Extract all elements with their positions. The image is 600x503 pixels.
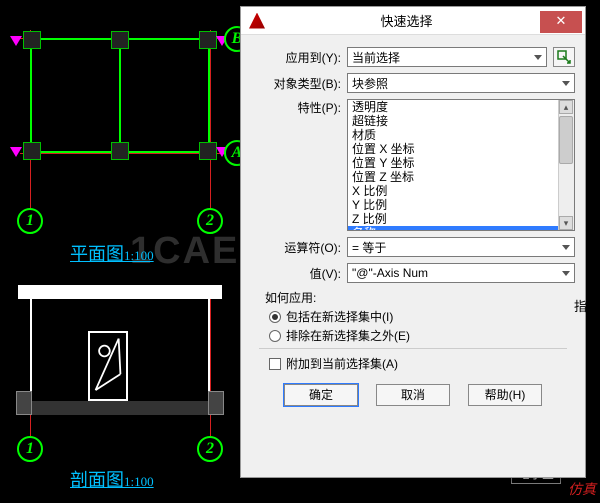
axis-line-2s (210, 290, 211, 444)
plan-view (30, 38, 210, 153)
value-value: "@"-Axis Num (352, 266, 428, 280)
axis-bubble-2: 2 (197, 208, 223, 234)
exclude-radio-row[interactable]: 排除在新选择集之外(E) (269, 327, 575, 344)
side-annotation: 指正 (574, 296, 600, 315)
plan-scale: 1:100 (124, 248, 154, 263)
append-check[interactable] (269, 358, 281, 370)
operator-label: 运算符(O): (251, 239, 347, 256)
operator-combo[interactable]: = 等于 (347, 237, 575, 257)
pick-objects-button[interactable] (553, 47, 575, 67)
property-item[interactable]: 材质 (348, 128, 574, 142)
help-button[interactable]: 帮助(H) (468, 384, 542, 406)
property-item[interactable]: 位置 Z 坐标 (348, 170, 574, 184)
object-type-label: 对象类型(B): (251, 75, 347, 92)
property-item[interactable]: Y 比例 (348, 198, 574, 212)
axis-bubble-1: 1 (17, 208, 43, 234)
section-title-text: 剖面图 (70, 470, 124, 490)
exclude-radio-label: 排除在新选择集之外(E) (286, 327, 410, 344)
how-apply-label: 如何应用: (265, 289, 575, 306)
properties-listbox[interactable]: 透明度超链接材质位置 X 坐标位置 Y 坐标位置 Z 坐标X 比例Y 比例Z 比… (347, 99, 575, 231)
plan-title-text: 平面图 (70, 244, 124, 264)
ok-button[interactable]: 确定 (284, 384, 358, 406)
plan-title: 平面图1:100 (70, 240, 154, 266)
apply-to-label: 应用到(Y): (251, 49, 347, 66)
close-button[interactable]: ✕ (540, 11, 582, 33)
section-view (30, 295, 210, 415)
door-icon (88, 331, 128, 401)
property-item[interactable]: 透明度 (348, 100, 574, 114)
value-combo[interactable]: "@"-Axis Num (347, 263, 575, 283)
operator-value: = 等于 (352, 239, 386, 256)
property-item[interactable]: 位置 Y 坐标 (348, 156, 574, 170)
listbox-scrollbar[interactable]: ▴ ▾ (558, 100, 574, 230)
cancel-button[interactable]: 取消 (376, 384, 450, 406)
object-type-value: 块参照 (352, 75, 388, 92)
section-title: 剖面图1:100 (70, 466, 154, 492)
include-radio-label: 包括在新选择集中(I) (286, 308, 393, 325)
dialog-title: 快速选择 (273, 11, 540, 30)
property-item[interactable]: 名称 (348, 226, 574, 231)
axis-bubble-2s: 2 (197, 436, 223, 462)
quick-select-dialog: 快速选择 ✕ 应用到(Y): 当前选择 对象类型(B): 块参照 特性(P): … (240, 6, 586, 478)
property-item[interactable]: X 比例 (348, 184, 574, 198)
property-item[interactable]: 位置 X 坐标 (348, 142, 574, 156)
axis-line-2 (210, 30, 211, 215)
app-icon (249, 13, 265, 29)
titlebar[interactable]: 快速选择 ✕ (241, 7, 585, 35)
property-item[interactable]: 超链接 (348, 114, 574, 128)
scroll-up-icon[interactable]: ▴ (559, 100, 573, 114)
axis-bubble-1s: 1 (17, 436, 43, 462)
apply-to-value: 当前选择 (352, 49, 400, 66)
include-radio[interactable] (269, 311, 281, 323)
properties-label: 特性(P): (251, 99, 347, 116)
apply-to-combo[interactable]: 当前选择 (347, 47, 547, 67)
property-item[interactable]: Z 比例 (348, 212, 574, 226)
exclude-radio[interactable] (269, 330, 281, 342)
append-check-row[interactable]: 附加到当前选择集(A) (269, 355, 575, 372)
scroll-thumb[interactable] (559, 116, 573, 164)
object-type-combo[interactable]: 块参照 (347, 73, 575, 93)
include-radio-row[interactable]: 包括在新选择集中(I) (269, 308, 575, 325)
scroll-down-icon[interactable]: ▾ (559, 216, 573, 230)
value-label: 值(V): (251, 265, 347, 282)
append-check-label: 附加到当前选择集(A) (286, 355, 398, 372)
footer-sim: 仿真 (568, 479, 596, 499)
section-scale: 1:100 (124, 474, 154, 489)
